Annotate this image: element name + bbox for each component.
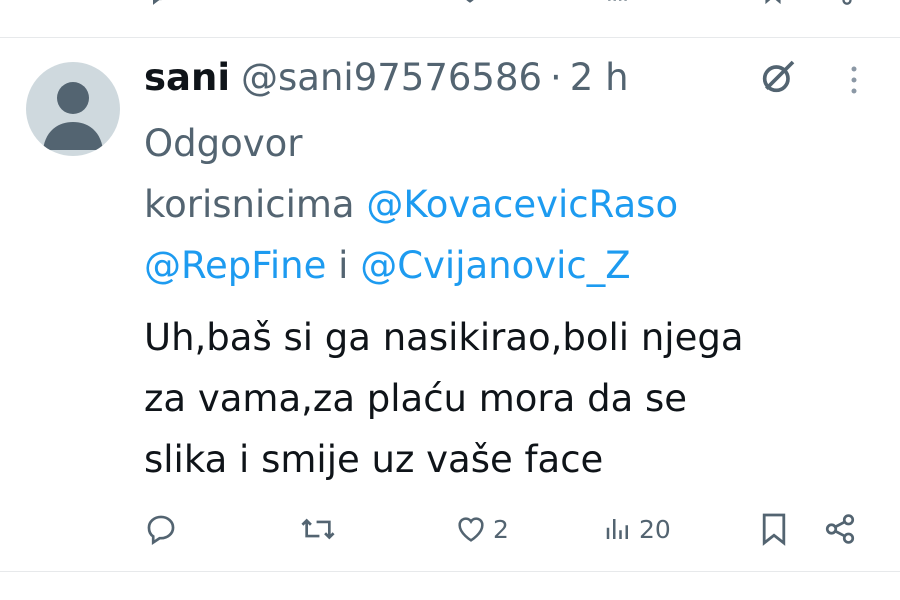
bookmark-icon xyxy=(760,0,786,6)
reply-prefix: Odgovor xyxy=(144,122,303,165)
retweet-icon xyxy=(299,512,337,546)
tweet-text-line: Uh,baš si ga nasikirao,boli njega xyxy=(144,316,744,359)
divider xyxy=(0,37,900,38)
heart-icon xyxy=(455,513,487,545)
user-handle[interactable]: @sani97576586 xyxy=(241,56,542,99)
retweet-icon xyxy=(302,0,332,6)
divider xyxy=(0,571,900,572)
like-button[interactable]: 2 xyxy=(455,506,509,552)
reply-button[interactable] xyxy=(144,506,184,552)
tweet-actions: 2 20 xyxy=(0,506,900,552)
retweet-button[interactable] xyxy=(299,506,343,552)
bookmark-icon xyxy=(760,512,788,546)
reply-icon xyxy=(144,512,178,546)
mention-link-3[interactable]: @Cvijanovic_Z xyxy=(360,244,630,287)
grok-button[interactable] xyxy=(756,55,800,99)
prev-views-count: 20 xyxy=(635,0,663,5)
bookmark-button[interactable] xyxy=(760,506,788,552)
tweet-text-line: slika i smije uz vaše face xyxy=(144,438,604,481)
more-options-button[interactable] xyxy=(836,60,872,100)
prev-like-button[interactable]: 1 xyxy=(456,0,502,6)
share-icon xyxy=(826,0,854,6)
timestamp[interactable]: 2 h xyxy=(570,56,629,99)
like-count: 2 xyxy=(493,514,509,544)
prev-like-count: 1 xyxy=(488,0,502,5)
tweet-header: sani @sani97576586 · 2 h xyxy=(144,52,629,102)
more-vertical-icon xyxy=(849,64,859,96)
mention-link-2[interactable]: @RepFine xyxy=(144,244,326,287)
previous-tweet-actions: 1 20 xyxy=(0,0,900,8)
separator-dot: · xyxy=(550,55,562,99)
prev-views-button[interactable]: 20 xyxy=(605,0,663,6)
default-avatar-icon xyxy=(43,82,103,150)
tweet-text-line: za vama,za plaću mora da se xyxy=(144,377,688,420)
views-icon xyxy=(603,513,633,545)
prev-retweet-button[interactable] xyxy=(302,0,332,6)
reply-to-label: korisnicima xyxy=(144,183,355,226)
share-button[interactable] xyxy=(823,506,857,552)
avatar[interactable] xyxy=(26,62,120,156)
share-icon xyxy=(823,512,857,546)
grok-icon xyxy=(758,57,798,97)
display-name[interactable]: sani xyxy=(144,56,230,99)
views-count: 20 xyxy=(639,514,671,544)
tweet-text: Uh,baš si ga nasikirao,boli njega za vam… xyxy=(144,307,864,490)
views-button[interactable]: 20 xyxy=(603,506,671,552)
prev-reply-button[interactable] xyxy=(146,0,174,6)
views-icon xyxy=(605,0,631,6)
reply-icon xyxy=(146,0,174,6)
heart-icon xyxy=(456,0,484,6)
mention-link-1[interactable]: @KovacevicRaso xyxy=(366,183,678,226)
replying-to: Odgovor korisnicima @KovacevicRaso @RepF… xyxy=(144,113,844,296)
prev-bookmark-button[interactable] xyxy=(760,0,786,6)
prev-share-button[interactable] xyxy=(826,0,854,6)
reply-conjunction: i xyxy=(338,244,349,287)
